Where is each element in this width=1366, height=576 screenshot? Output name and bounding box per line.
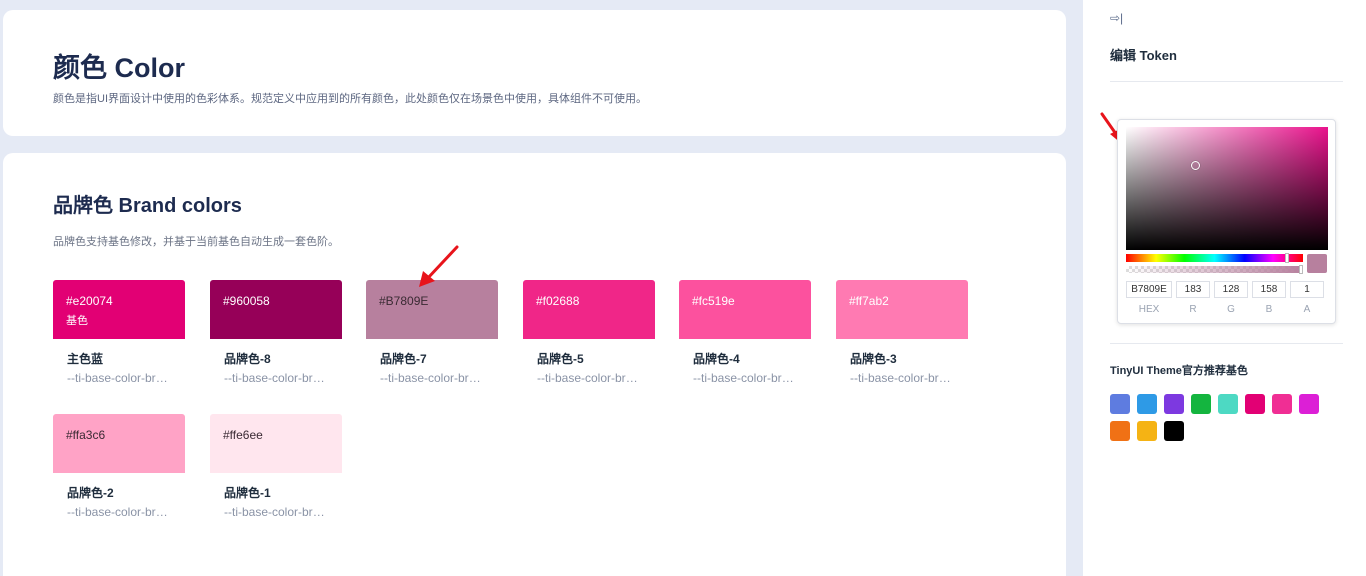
g-label: G: [1227, 304, 1235, 315]
r-label: R: [1189, 304, 1197, 315]
swatch-color-block[interactable]: #e20074 基色: [53, 280, 185, 339]
swatch-hex: #f02688: [536, 294, 580, 308]
swatch-color-block[interactable]: #960058: [210, 280, 342, 339]
color-preview: [1307, 254, 1327, 273]
swatch-hex: #ffe6ee: [223, 428, 263, 442]
sv-cursor[interactable]: [1191, 161, 1200, 170]
swatch-name: 品牌色-5: [537, 352, 584, 366]
swatch-color-block[interactable]: #fc519e: [679, 280, 811, 339]
hex-input[interactable]: [1126, 281, 1172, 298]
swatch-hex: #960058: [223, 294, 270, 308]
intro-card: 颜色 Color 颜色是指UI界面设计中使用的色彩体系。规范定义中应用到的所有颜…: [3, 10, 1066, 136]
swatch-brand-4[interactable]: #fc519e 品牌色-4 --ti-base-color-brand-4: [679, 280, 811, 385]
swatch-brand-1[interactable]: #ffe6ee 品牌色-1 --ti-base-color-brand-1: [210, 414, 342, 519]
alpha-slider[interactable]: [1126, 265, 1303, 274]
section-description: 品牌色支持基色修改，并基于当前基色自动生成一套色阶。: [53, 236, 339, 248]
swatch-brand-7[interactable]: #B7809E 品牌色-7 --ti-base-color-brand-7: [366, 280, 498, 385]
color-picker: HEX R G B A: [1117, 119, 1336, 324]
divider: [1110, 343, 1343, 344]
swatch-hex: #e20074: [66, 294, 113, 308]
swatch-color-block[interactable]: #ff7ab2: [836, 280, 968, 339]
brand-colors-card: 品牌色 Brand colors 品牌色支持基色修改，并基于当前基色自动生成一套…: [3, 153, 1066, 576]
swatch-color-block[interactable]: #f02688: [523, 280, 655, 339]
divider: [1110, 81, 1343, 82]
recommended-color-chip[interactable]: [1110, 394, 1130, 414]
token-editor-panel: ⇨| 编辑 Token HEX R G B A: [1083, 0, 1366, 576]
swatch-hex: #ff7ab2: [849, 294, 889, 308]
swatch-variable: --ti-base-color-brand-8: [224, 371, 328, 385]
recommended-color-chip[interactable]: [1164, 421, 1184, 441]
a-input[interactable]: [1290, 281, 1324, 298]
swatch-color-block[interactable]: #ffa3c6: [53, 414, 185, 473]
panel-title: 编辑 Token: [1110, 48, 1177, 63]
recommended-color-chip[interactable]: [1137, 394, 1157, 414]
a-label: A: [1303, 304, 1311, 315]
swatch-name: 品牌色-2: [67, 486, 114, 500]
recommended-color-chip[interactable]: [1272, 394, 1292, 414]
section-title: 品牌色 Brand colors: [53, 195, 242, 217]
recommended-color-chip[interactable]: [1137, 421, 1157, 441]
swatch-brand-2[interactable]: #ffa3c6 品牌色-2 --ti-base-color-brand-2: [53, 414, 185, 519]
recommended-color-chip[interactable]: [1245, 394, 1265, 414]
swatch-variable: --ti-base-color-brand-3: [850, 371, 954, 385]
b-label: B: [1265, 304, 1273, 315]
swatch-name: 品牌色-4: [693, 352, 740, 366]
b-input[interactable]: [1252, 281, 1286, 298]
recommended-color-chip[interactable]: [1191, 394, 1211, 414]
hue-slider-thumb[interactable]: [1285, 253, 1289, 263]
annotation-arrow: [419, 245, 459, 287]
r-input[interactable]: [1176, 281, 1210, 298]
swatch-brand-8[interactable]: #960058 品牌色-8 --ti-base-color-brand-8: [210, 280, 342, 385]
swatch-variable: --ti-base-color-brand-4: [693, 371, 797, 385]
swatch-name: 品牌色-1: [224, 486, 271, 500]
swatch-name: 主色蓝: [67, 352, 104, 366]
swatch-brand-3[interactable]: #ff7ab2 品牌色-3 --ti-base-color-brand-3: [836, 280, 968, 385]
alpha-slider-thumb[interactable]: [1299, 265, 1303, 274]
page-title: 颜色 Color: [53, 53, 185, 83]
swatch-brand-6[interactable]: #e20074 基色 主色蓝 --ti-base-color-brand-6: [53, 280, 185, 385]
hue-slider[interactable]: [1126, 253, 1303, 263]
swatch-color-block[interactable]: #ffe6ee: [210, 414, 342, 473]
recommended-color-chip[interactable]: [1164, 394, 1184, 414]
hex-label: HEX: [1138, 304, 1160, 315]
recommended-color-chip[interactable]: [1218, 394, 1238, 414]
page-description: 颜色是指UI界面设计中使用的色彩体系。规范定义中应用到的所有颜色，此处颜色仅在场…: [53, 93, 647, 105]
swatch-variable: --ti-base-color-brand-5: [537, 371, 641, 385]
swatch-base-label: 基色: [66, 315, 88, 327]
swatch-hex: #B7809E: [379, 294, 429, 308]
swatch-variable: --ti-base-color-brand-6: [67, 371, 171, 385]
recommended-color-chip[interactable]: [1299, 394, 1319, 414]
swatch-hex: #ffa3c6: [66, 428, 106, 442]
swatch-name: 品牌色-3: [850, 352, 897, 366]
swatch-name: 品牌色-8: [224, 352, 271, 366]
saturation-value-area[interactable]: [1126, 127, 1328, 250]
swatch-name: 品牌色-7: [380, 352, 427, 366]
swatch-variable: --ti-base-color-brand-2: [67, 505, 171, 519]
swatch-hex: #fc519e: [692, 294, 735, 308]
swatch-brand-5[interactable]: #f02688 品牌色-5 --ti-base-color-brand-5: [523, 280, 655, 385]
g-input[interactable]: [1214, 281, 1248, 298]
collapse-right-icon[interactable]: ⇨|: [1110, 11, 1123, 25]
recommended-colors-title: TinyUI Theme官方推荐基色: [1110, 365, 1248, 377]
recommended-color-chip[interactable]: [1110, 421, 1130, 441]
swatch-variable: --ti-base-color-brand-1: [224, 505, 328, 519]
swatch-variable: --ti-base-color-brand-7: [380, 371, 484, 385]
